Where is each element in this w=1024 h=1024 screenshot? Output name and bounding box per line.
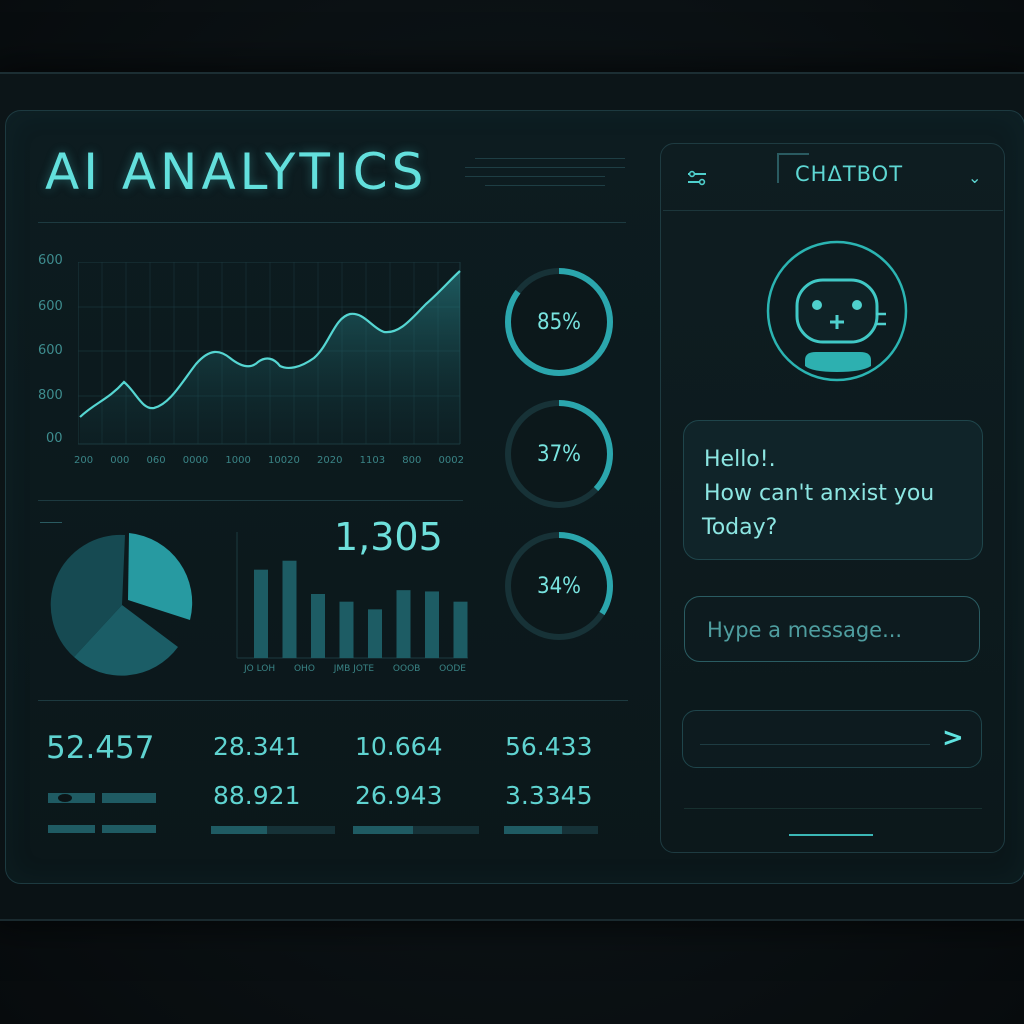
bar-label: JMB JOTE (333, 664, 375, 674)
x-tick: 10020 (268, 455, 300, 466)
send-bar[interactable] (682, 710, 982, 768)
message-input-box[interactable] (684, 596, 980, 662)
x-tick: 0000 (182, 455, 209, 466)
stats-divider (38, 700, 628, 701)
pie-chart (50, 533, 193, 676)
pie-slice (128, 533, 193, 620)
stat-value: 56.433 (505, 732, 593, 761)
bar (425, 591, 439, 658)
stat-value: 88.921 (213, 781, 301, 810)
chat-header-divider (663, 210, 1003, 211)
chat-title: CHΔTBOT (795, 162, 904, 186)
x-tick: 2020 (317, 455, 343, 466)
send-button[interactable]: > (942, 723, 964, 753)
page-title: AI ANALYTICS (45, 143, 428, 201)
ring-label: 34% (537, 573, 581, 599)
x-tick: 1103 (359, 455, 386, 466)
y-tick: 600 (38, 343, 63, 358)
message-input[interactable] (705, 613, 959, 647)
section-divider (38, 500, 463, 501)
stat-value: 3.3345 (505, 781, 593, 810)
line-chart-plot (78, 262, 461, 445)
pie-mini-deco (40, 522, 62, 523)
stat-value: 28.341 (213, 732, 301, 761)
stat-primary: 52.457 (46, 730, 155, 766)
bar (282, 560, 297, 658)
stat-value: 10.664 (355, 732, 443, 761)
progress-ring: 85% (503, 266, 615, 378)
x-axis-ticks: 200 000 060 0000 1000 10020 2020 1103 80… (74, 455, 464, 466)
bar-chart-labels: JO LOH OHO JMB JOTE OOOB OODE (244, 664, 466, 674)
y-tick: 00 (46, 431, 63, 446)
stat-value: 26.943 (355, 781, 443, 810)
x-tick: 0002 (438, 455, 464, 466)
bar-label: OODE (439, 664, 466, 674)
chat-footer-divider (684, 808, 982, 809)
progress-ring: 34% (503, 530, 615, 642)
chat-message-line: Hello!. (704, 447, 776, 472)
bar-label: OHO (293, 664, 315, 674)
bar-chart (236, 532, 468, 659)
menu-icon[interactable] (686, 170, 710, 186)
chat-message-line: Today? (702, 515, 778, 540)
bar (339, 601, 354, 658)
y-tick: 800 (38, 388, 63, 403)
x-tick: 060 (146, 455, 166, 466)
chat-message-line: How can't anxist you (704, 481, 935, 506)
send-bar-line (700, 744, 930, 745)
ring-label: 85% (537, 309, 581, 335)
bar (311, 594, 325, 658)
chevron-down-icon[interactable]: ⌄ (968, 168, 981, 187)
x-tick: 1000 (225, 455, 251, 466)
x-tick: 800 (402, 455, 422, 466)
y-tick: 600 (38, 253, 63, 268)
bar (453, 601, 468, 658)
bar-label: OOOB (392, 664, 421, 674)
bar-label: JO LOH (244, 664, 276, 674)
x-tick: 000 (110, 455, 130, 466)
x-tick: 200 (74, 455, 94, 466)
bot-avatar-icon (766, 240, 908, 382)
bar (368, 609, 382, 658)
header-divider (38, 222, 626, 223)
title-decoration (465, 158, 625, 194)
stat-dot (58, 794, 72, 802)
bar (396, 590, 411, 658)
y-tick: 600 (38, 299, 63, 314)
progress-ring: 37% (503, 398, 615, 510)
chat-message-text: Hello!. How can't anxist you Today? (702, 443, 935, 545)
bar (254, 569, 268, 658)
ring-label: 37% (537, 441, 581, 467)
chat-footer-indicator (789, 834, 873, 836)
